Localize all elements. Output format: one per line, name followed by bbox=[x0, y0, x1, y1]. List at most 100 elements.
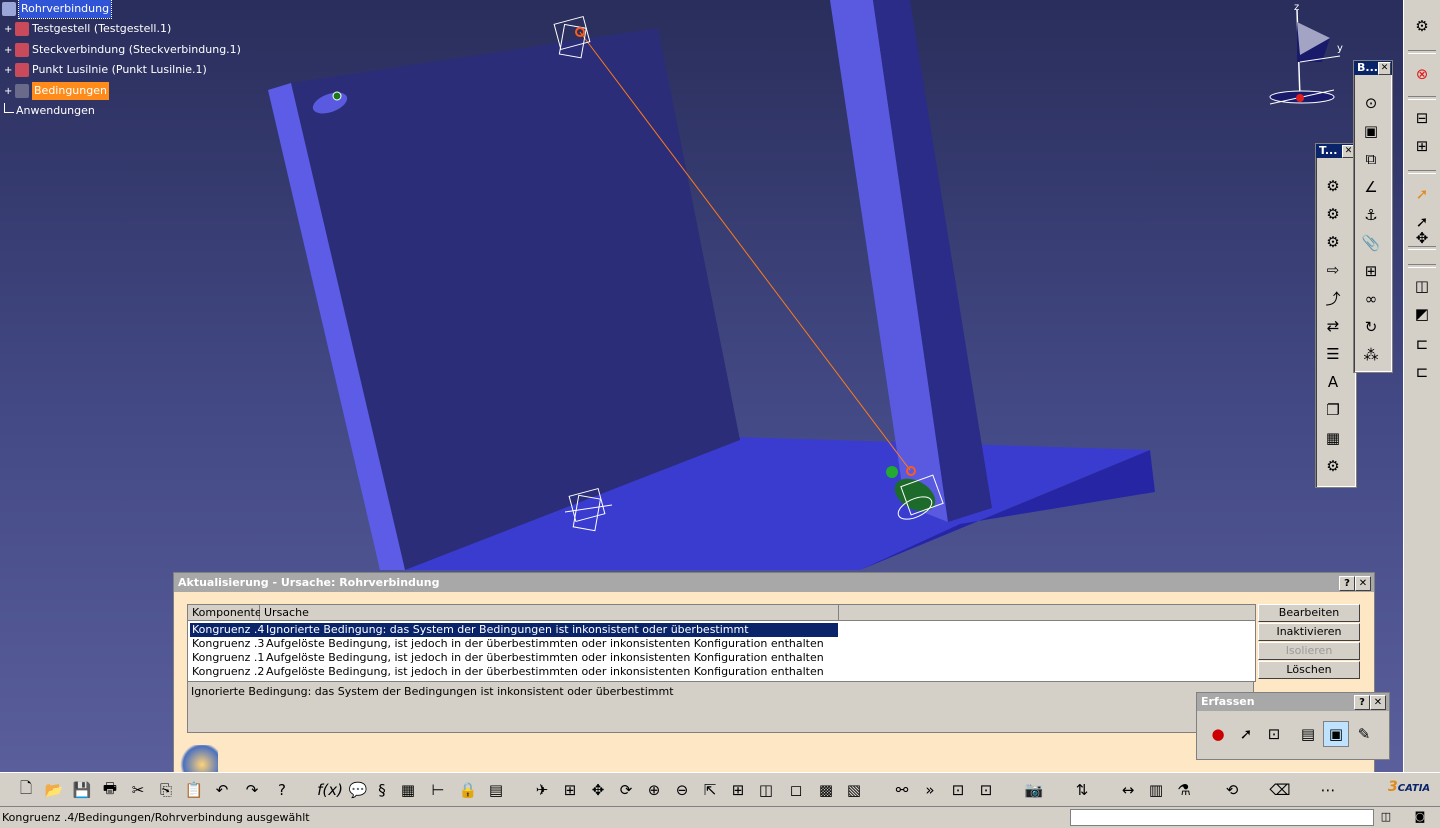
update-icon[interactable]: ⟲ bbox=[1220, 778, 1244, 802]
column-header-component[interactable]: Komponente bbox=[188, 605, 262, 621]
drawing-icon[interactable]: ⊏ bbox=[1410, 332, 1434, 356]
reorder-icon[interactable]: ⇄ bbox=[1321, 314, 1345, 338]
workbench-gear-icon[interactable]: ⚙ bbox=[1410, 14, 1434, 38]
iso-view-icon[interactable]: ◫ bbox=[754, 778, 778, 802]
tree-item-steckverbindung[interactable]: + Steckverbindung (Steckverbindung.1) bbox=[4, 41, 241, 59]
edit-button[interactable]: Bearbeiten bbox=[1258, 604, 1360, 622]
lock-icon[interactable]: 🔒 bbox=[456, 778, 480, 802]
tree-item-label[interactable]: Bedingungen bbox=[32, 82, 109, 100]
isolate-button[interactable]: Isolieren bbox=[1258, 642, 1360, 660]
help-button[interactable]: ? bbox=[1339, 576, 1355, 591]
table-row[interactable]: Kongruenz .3 Aufgelöste Bedingung, ist j… bbox=[188, 637, 1255, 651]
paste-icon[interactable]: 📋 bbox=[182, 778, 206, 802]
deactivate-button[interactable]: Inaktivieren bbox=[1258, 623, 1360, 641]
drawing-red-icon[interactable]: ⊏ bbox=[1410, 360, 1434, 384]
command-input[interactable] bbox=[1070, 809, 1374, 826]
tree-item-testgestell[interactable]: + Testgestell (Testgestell.1) bbox=[4, 20, 171, 38]
expand-icon[interactable]: + bbox=[4, 65, 13, 75]
copy-components-icon[interactable]: ❐ bbox=[1321, 398, 1345, 422]
fit-all-icon[interactable]: ⊞ bbox=[558, 778, 582, 802]
grid-icon[interactable]: ⋯ bbox=[1316, 778, 1340, 802]
table-row[interactable]: Kongruenz .4 Ignorierte Bedingung: das S… bbox=[188, 623, 1255, 637]
compass[interactable] bbox=[1269, 9, 1341, 105]
knowledge-advisor-icon[interactable]: § bbox=[370, 778, 394, 802]
tree-item-anwendungen[interactable]: Anwendungen bbox=[4, 102, 95, 120]
expand-icon[interactable]: + bbox=[4, 86, 13, 96]
component-gear-icon[interactable]: ⚙ bbox=[1321, 230, 1345, 254]
tree-root-label[interactable]: Rohrverbindung bbox=[17, 0, 113, 19]
formula-icon[interactable]: f(x) bbox=[317, 778, 343, 802]
tree-item-label[interactable]: Punkt Lusilnie (Punkt Lusilnie.1) bbox=[32, 61, 207, 79]
fast-multi-instantiation-icon[interactable]: ⚙ bbox=[1321, 454, 1345, 478]
shading-icon[interactable]: ▩ bbox=[814, 778, 838, 802]
catalog-browser-icon[interactable]: ⊡ bbox=[974, 778, 998, 802]
hierarchy-icon[interactable]: ⊢ bbox=[426, 778, 450, 802]
part-design-icon[interactable]: ◩ bbox=[1410, 302, 1434, 326]
camera-small-icon[interactable]: ◙ bbox=[1412, 809, 1428, 824]
cause-table[interactable]: Komponente Ursache Kongruenz .4 Ignorier… bbox=[187, 604, 1256, 682]
open-folder-icon[interactable]: 📂 bbox=[42, 778, 66, 802]
gear-icon[interactable]: ⚙ bbox=[1321, 174, 1345, 198]
tree-root[interactable]: Rohrverbindung bbox=[2, 0, 113, 19]
tree-item-label[interactable]: Testgestell (Testgestell.1) bbox=[32, 20, 171, 38]
right-toolbar[interactable]: ⚙ ⊗ ⊟ ⊞ ➚ ➚ ✥ ◫ ◩ ⊏ ⊏ bbox=[1403, 0, 1440, 772]
options-icon[interactable]: ⊡ bbox=[1261, 721, 1287, 747]
table-icon[interactable]: ▦ bbox=[396, 778, 420, 802]
undo-icon[interactable]: ↶ bbox=[210, 778, 234, 802]
capture-image-icon[interactable]: ▣ bbox=[1323, 721, 1349, 747]
capture-album-icon[interactable]: ▤ bbox=[1295, 721, 1321, 747]
knowledge-icon[interactable]: 💬 bbox=[346, 778, 370, 802]
expand-icon[interactable]: + bbox=[4, 45, 13, 55]
normal-view-icon[interactable]: ⇱ bbox=[698, 778, 722, 802]
rotate-icon[interactable]: ⟳ bbox=[614, 778, 638, 802]
toolbar-t[interactable]: T... ✕ ⚙ ⚙ ⚙ ⇨ ⤴ ⇄ ☰ A ❐ ▦ ⚙ bbox=[1315, 143, 1357, 488]
fix-component-icon[interactable]: ⚓ bbox=[1359, 203, 1383, 227]
erfassen-title-bar[interactable]: Erfassen ? ✕ bbox=[1197, 693, 1389, 711]
camera-icon[interactable]: 📷 bbox=[1022, 778, 1046, 802]
bottom-toolbar[interactable]: 🗋 📂 💾 🖶 ✂ ⎘ 📋 ↶ ↷ ? f(x) 💬 § ▦ ⊢ 🔒 ▤ ✈ ⊞… bbox=[0, 772, 1440, 806]
insert-icon[interactable]: ⇨ bbox=[1321, 258, 1345, 282]
cut-icon[interactable]: ✂ bbox=[126, 778, 150, 802]
explode-icon[interactable]: ⇅ bbox=[1070, 778, 1094, 802]
tree-item-label[interactable]: Anwendungen bbox=[16, 102, 95, 120]
angle-constraint-icon[interactable]: ∠ bbox=[1359, 175, 1383, 199]
pan-icon[interactable]: ✥ bbox=[586, 778, 610, 802]
expand-icon[interactable]: + bbox=[4, 24, 13, 34]
help-button[interactable]: ? bbox=[1354, 695, 1370, 710]
measure-inertia-icon[interactable]: ▥ bbox=[1144, 778, 1168, 802]
multi-view-icon[interactable]: ⊞ bbox=[726, 778, 750, 802]
toolbar-t-title[interactable]: T... ✕ bbox=[1316, 144, 1356, 158]
erfassen-toolbar[interactable]: Erfassen ? ✕ ● ➚ ⊡ ▤ ▣ ✎ bbox=[1196, 692, 1390, 760]
fly-mode-icon[interactable]: ✈ bbox=[530, 778, 554, 802]
print-icon[interactable]: 🖶 bbox=[98, 778, 122, 802]
toolbar-b-title[interactable]: B... ✕ bbox=[1354, 61, 1392, 75]
catalog-icon[interactable]: ⊡ bbox=[946, 778, 970, 802]
library-icon[interactable]: ▤ bbox=[484, 778, 508, 802]
cube-icon[interactable]: ◫ bbox=[1410, 274, 1434, 298]
hide-show-icon[interactable]: ⚯ bbox=[890, 778, 914, 802]
change-constraint-icon[interactable]: ↻ bbox=[1359, 315, 1383, 339]
assembly-gear-icon[interactable]: ⚙ bbox=[1321, 202, 1345, 226]
dialog-title-bar[interactable]: Aktualisierung - Ursache: Rohrverbindung… bbox=[174, 573, 1374, 592]
eraser-icon[interactable]: ⌫ bbox=[1268, 778, 1292, 802]
whats-this-icon[interactable]: ? bbox=[270, 778, 294, 802]
select-arrow-icon[interactable]: ➚ bbox=[1233, 721, 1259, 747]
product-structure-icon[interactable]: ⊟ bbox=[1410, 106, 1434, 130]
close-button[interactable]: ✕ bbox=[1355, 576, 1371, 591]
update-dialog[interactable]: Aktualisierung - Ursache: Rohrverbindung… bbox=[173, 572, 1375, 778]
record-icon[interactable]: ● bbox=[1205, 721, 1231, 747]
shading-edges-icon[interactable]: ▧ bbox=[842, 778, 866, 802]
tree-item-punkt[interactable]: + Punkt Lusilnie (Punkt Lusilnie.1) bbox=[4, 61, 207, 79]
view-mode-icon[interactable]: ◻ bbox=[784, 778, 808, 802]
toolbar-b[interactable]: B... ✕ ⊙ ▣ ⧉ ∠ ⚓ 📎 ⊞ ∞ ↻ ⁂ bbox=[1353, 60, 1393, 373]
window-icon[interactable]: ◫ bbox=[1378, 809, 1394, 824]
multi-instantiation-icon[interactable]: ▦ bbox=[1321, 426, 1345, 450]
manipulate-icon[interactable]: ✥ bbox=[1410, 226, 1434, 250]
zoom-in-icon[interactable]: ⊕ bbox=[642, 778, 666, 802]
coincidence-constraint-icon[interactable]: ⊙ bbox=[1359, 91, 1383, 115]
reuse-pattern-icon[interactable]: ⁂ bbox=[1359, 343, 1383, 367]
column-header-cause[interactable]: Ursache bbox=[260, 605, 839, 621]
replace-icon[interactable]: ⤴ bbox=[1321, 286, 1345, 310]
select-arrow-icon[interactable]: ➚ bbox=[1410, 182, 1434, 206]
table-row[interactable]: Kongruenz .1 Aufgelöste Bedingung, ist j… bbox=[188, 651, 1255, 665]
